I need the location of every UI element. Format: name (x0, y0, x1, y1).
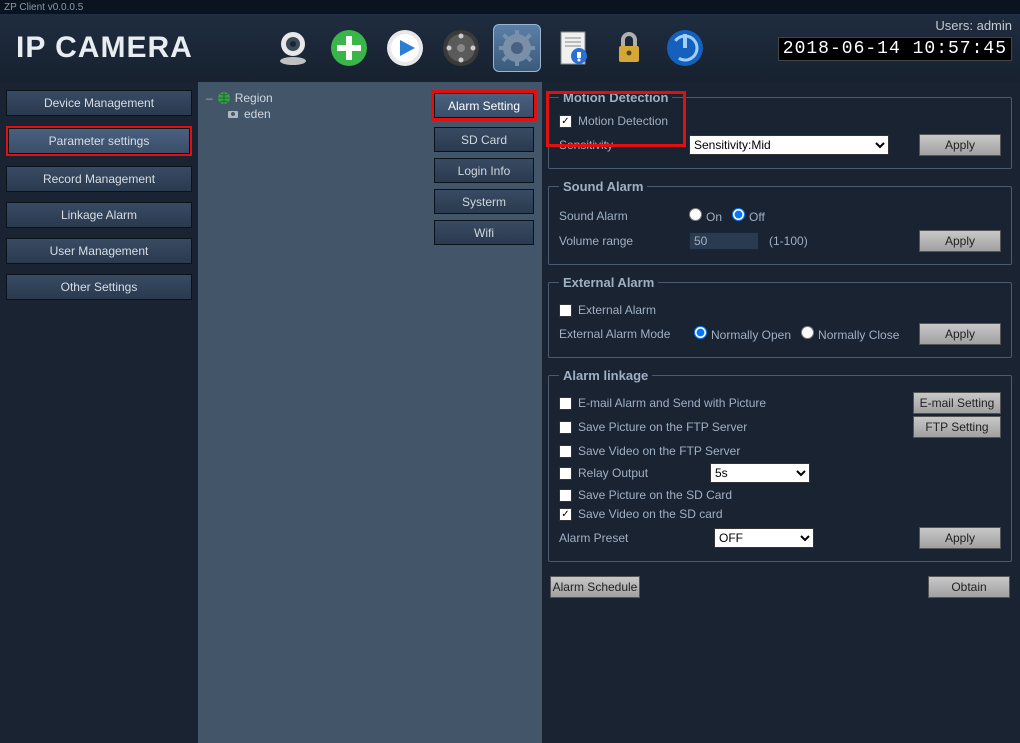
nav-parameter-settings[interactable]: Parameter settings (8, 128, 190, 154)
webcam-icon[interactable] (269, 24, 317, 72)
obtain-button[interactable]: Obtain (928, 576, 1010, 598)
add-icon[interactable] (325, 24, 373, 72)
app-logo: IP CAMERA (16, 31, 193, 65)
external-checkbox-label: External Alarm (578, 303, 656, 317)
volume-range: (1-100) (769, 234, 808, 248)
tab-wifi[interactable]: Wifi (434, 220, 534, 245)
tree-root-label: Region (235, 91, 273, 105)
external-checkbox[interactable] (559, 304, 572, 317)
tree-device-label: eden (244, 107, 271, 121)
motion-apply-button[interactable]: Apply (919, 134, 1001, 156)
log-icon[interactable] (549, 24, 597, 72)
volume-label: Volume range (559, 234, 679, 248)
normally-open-radio[interactable]: Normally Open (694, 326, 791, 342)
sd-picture-label: Save Picture on the SD Card (578, 488, 732, 502)
preset-select[interactable]: OFF (714, 528, 814, 548)
titlebar: ZP Client v0.0.0.5 (0, 0, 1020, 14)
globe-icon (217, 91, 231, 105)
settings-tabs: Alarm Setting SD Card Login Info Systerm… (426, 82, 542, 743)
sd-video-label: Save Video on the SD card (578, 507, 723, 521)
motion-checkbox-label: Motion Detection (578, 114, 668, 128)
ftp-setting-button[interactable]: FTP Setting (913, 416, 1001, 438)
sd-picture-checkbox[interactable] (559, 489, 572, 502)
play-icon[interactable] (381, 24, 429, 72)
sound-alarm-group: Sound Alarm Sound Alarm On Off Volume ra… (548, 179, 1012, 265)
ftp-picture-label: Save Picture on the FTP Server (578, 420, 747, 434)
external-apply-button[interactable]: Apply (919, 323, 1001, 345)
header-right: Users: admin 2018-06-14 10:57:45 (778, 18, 1012, 61)
nav-user-management[interactable]: User Management (6, 238, 192, 264)
normally-close-radio[interactable]: Normally Close (801, 326, 899, 342)
record-icon[interactable] (437, 24, 485, 72)
sound-legend: Sound Alarm (559, 179, 647, 194)
relay-label: Relay Output (578, 466, 704, 480)
external-legend: External Alarm (559, 275, 658, 290)
sensitivity-label: Sensitivity (559, 138, 679, 152)
device-tree: – Region eden (198, 82, 426, 743)
tab-alarm-setting[interactable]: Alarm Setting (434, 93, 534, 118)
nav-other-settings[interactable]: Other Settings (6, 274, 192, 300)
motion-detection-group: Motion Detection ✓ Motion Detection Sens… (548, 90, 1012, 169)
nav-device-management[interactable]: Device Management (6, 90, 192, 116)
settings-icon[interactable] (493, 24, 541, 72)
toolbar (269, 24, 709, 72)
tab-sd-card[interactable]: SD Card (434, 127, 534, 152)
email-alarm-checkbox[interactable] (559, 397, 572, 410)
email-setting-button[interactable]: E-mail Setting (913, 392, 1001, 414)
external-alarm-group: External Alarm External Alarm External A… (548, 275, 1012, 358)
settings-content: Motion Detection ✓ Motion Detection Sens… (542, 82, 1020, 743)
ftp-video-label: Save Video on the FTP Server (578, 444, 740, 458)
linkage-apply-button[interactable]: Apply (919, 527, 1001, 549)
power-icon[interactable] (661, 24, 709, 72)
motion-legend: Motion Detection (559, 90, 672, 105)
preset-label: Alarm Preset (559, 531, 704, 545)
tab-system[interactable]: Systerm (434, 189, 534, 214)
nav-record-management[interactable]: Record Management (6, 166, 192, 192)
alarm-schedule-button[interactable]: Alarm Schedule (550, 576, 640, 598)
sound-alarm-label: Sound Alarm (559, 209, 679, 223)
tree-root[interactable]: – Region (206, 90, 418, 106)
ftp-video-checkbox[interactable] (559, 445, 572, 458)
lock-icon[interactable] (605, 24, 653, 72)
linkage-legend: Alarm linkage (559, 368, 652, 383)
device-icon (226, 107, 240, 121)
users-label: Users: admin (778, 18, 1012, 33)
sound-on-radio[interactable]: On (689, 208, 722, 224)
sd-video-checkbox[interactable]: ✓ (559, 508, 572, 521)
timestamp: 2018-06-14 10:57:45 (778, 37, 1012, 61)
relay-select[interactable]: 5s (710, 463, 810, 483)
volume-input[interactable] (689, 232, 759, 250)
sound-apply-button[interactable]: Apply (919, 230, 1001, 252)
sensitivity-select[interactable]: Sensitivity:Mid (689, 135, 889, 155)
tree-device[interactable]: eden (226, 106, 418, 122)
sound-off-radio[interactable]: Off (732, 208, 765, 224)
email-alarm-label: E-mail Alarm and Send with Picture (578, 396, 766, 410)
header: IP CAMERA Users: admin 2018-06-14 10:57:… (0, 14, 1020, 82)
left-nav: Device Management Parameter settings Rec… (0, 82, 198, 743)
tab-login-info[interactable]: Login Info (434, 158, 534, 183)
motion-checkbox[interactable]: ✓ (559, 115, 572, 128)
relay-checkbox[interactable] (559, 467, 572, 480)
external-mode-label: External Alarm Mode (559, 327, 684, 341)
ftp-picture-checkbox[interactable] (559, 421, 572, 434)
nav-linkage-alarm[interactable]: Linkage Alarm (6, 202, 192, 228)
alarm-linkage-group: Alarm linkage E-mail Alarm and Send with… (548, 368, 1012, 562)
